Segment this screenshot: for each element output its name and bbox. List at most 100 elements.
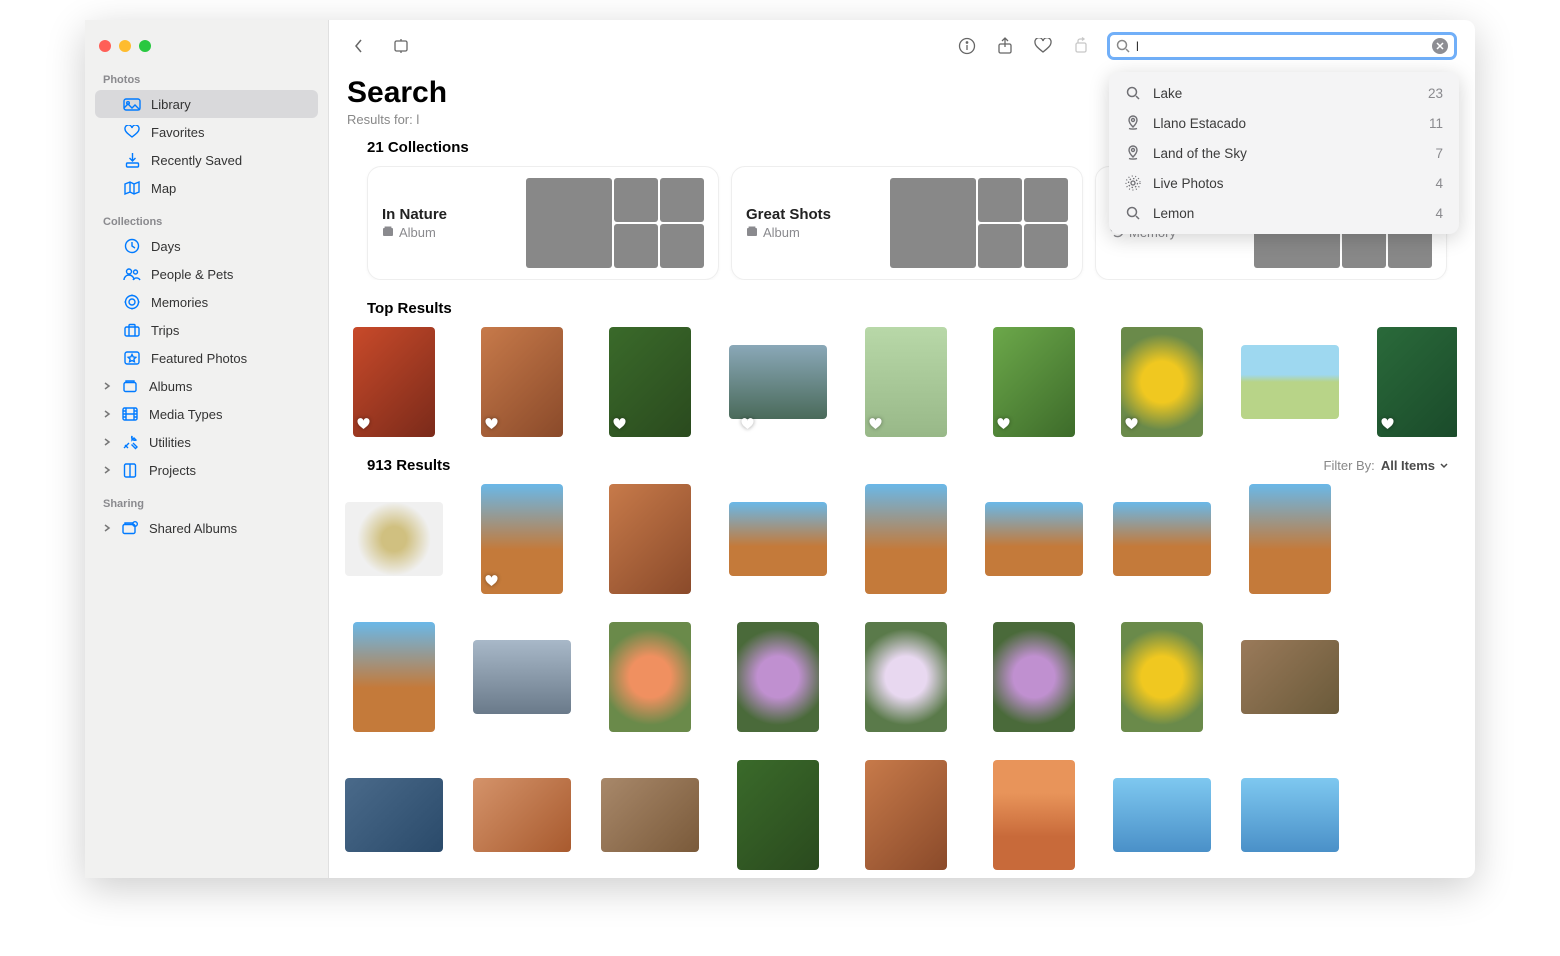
sidebar-item-trips[interactable]: Trips	[95, 316, 318, 344]
photo-image	[345, 778, 443, 852]
favorite-badge-icon	[869, 417, 883, 431]
suggestion-lemon[interactable]: Lemon4	[1109, 198, 1459, 228]
photo-thumbnail[interactable]	[473, 484, 571, 594]
sidebar-item-media-types[interactable]: Media Types	[95, 400, 318, 428]
photo-thumbnail[interactable]	[857, 622, 955, 732]
disclosure-chevron-icon[interactable]	[103, 521, 113, 536]
collection-card[interactable]: In NatureAlbum	[367, 166, 719, 280]
search-icon	[1116, 39, 1130, 53]
suggestion-llano-estacado[interactable]: Llano Estacado 11	[1109, 108, 1459, 138]
zoom-window[interactable]	[139, 40, 151, 52]
photo-image	[865, 484, 947, 594]
photo-thumbnail[interactable]	[345, 327, 443, 437]
sidebar-item-featured-photos[interactable]: Featured Photos	[95, 344, 318, 372]
photo-thumbnail[interactable]	[601, 760, 699, 870]
suggestion-land-of-the-sky[interactable]: Land of the Sky7	[1109, 138, 1459, 168]
share-button[interactable]	[993, 34, 1017, 58]
collection-card[interactable]: Great ShotsAlbum	[731, 166, 1083, 280]
sidebar-item-days[interactable]: Days	[95, 232, 318, 260]
sidebar-item-label: Days	[151, 239, 181, 254]
suggestion-lake[interactable]: Lake23	[1109, 78, 1459, 108]
utils-icon	[121, 433, 139, 451]
photo-thumbnail[interactable]	[345, 760, 443, 870]
favorite-button[interactable]	[1031, 34, 1055, 58]
sidebar-item-favorites[interactable]: Favorites	[95, 118, 318, 146]
photo-thumbnail[interactable]	[985, 622, 1083, 732]
photo-thumbnail[interactable]	[473, 327, 571, 437]
sidebar-item-label: Media Types	[149, 407, 222, 422]
favorite-badge-icon	[1381, 417, 1395, 431]
disclosure-chevron-icon[interactable]	[103, 407, 113, 422]
sidebar-item-projects[interactable]: Projects	[95, 456, 318, 484]
disclosure-chevron-icon[interactable]	[103, 463, 113, 478]
sidebar-item-recently-saved[interactable]: Recently Saved	[95, 146, 318, 174]
photo-thumbnail[interactable]	[985, 327, 1083, 437]
photo-thumbnail[interactable]	[1241, 622, 1339, 732]
photo-image	[985, 502, 1083, 576]
photo-image	[345, 502, 443, 576]
collection-thumb	[614, 224, 658, 268]
disclosure-chevron-icon[interactable]	[103, 435, 113, 450]
photo-thumbnail[interactable]	[1113, 760, 1211, 870]
search-suggestions: Lake23 Llano Estacado 11 Land of the Sky7Li…	[1109, 72, 1459, 234]
search-icon	[1125, 205, 1141, 221]
projects-icon	[121, 461, 139, 479]
collection-thumb	[660, 224, 704, 268]
clear-search-button[interactable]	[1432, 38, 1448, 54]
suggestion-label: Llano Estacado	[1153, 116, 1246, 131]
photo-thumbnail[interactable]	[1113, 484, 1211, 594]
sidebar-item-utilities[interactable]: Utilities	[95, 428, 318, 456]
search-input[interactable]	[1136, 39, 1426, 54]
photo-thumbnail[interactable]	[601, 622, 699, 732]
photo-thumbnail[interactable]	[601, 327, 699, 437]
suggestion-live-photos[interactable]: Live Photos4	[1109, 168, 1459, 198]
photo-thumbnail[interactable]	[857, 327, 955, 437]
photo-thumbnail[interactable]	[857, 760, 955, 870]
collection-thumb	[890, 178, 976, 268]
disclosure-chevron-icon[interactable]	[103, 379, 113, 394]
photo-thumbnail[interactable]	[857, 484, 955, 594]
photo-thumbnail[interactable]	[1113, 622, 1211, 732]
photo-thumbnail[interactable]	[729, 484, 827, 594]
sidebar-item-people-pets[interactable]: People & Pets	[95, 260, 318, 288]
sidebar-item-library[interactable]: Library	[95, 90, 318, 118]
photo-thumbnail[interactable]	[729, 760, 827, 870]
collection-title: Great Shots	[746, 206, 890, 223]
photo-thumbnail[interactable]	[345, 622, 443, 732]
photo-thumbnail[interactable]	[601, 484, 699, 594]
close-window[interactable]	[99, 40, 111, 52]
minimize-window[interactable]	[119, 40, 131, 52]
chevron-down-icon	[1439, 462, 1449, 470]
photo-image	[609, 622, 691, 732]
photo-thumbnail[interactable]	[473, 622, 571, 732]
photo-thumbnail[interactable]	[729, 327, 827, 437]
photo-thumbnail[interactable]	[985, 484, 1083, 594]
photo-thumbnail[interactable]	[985, 760, 1083, 870]
photo-image	[1241, 778, 1339, 852]
info-button[interactable]	[955, 34, 979, 58]
photo-thumbnail[interactable]	[1241, 327, 1339, 437]
photo-thumbnail[interactable]	[1369, 327, 1457, 437]
heart-icon	[123, 123, 141, 141]
photo-thumbnail[interactable]	[1113, 327, 1211, 437]
suggestion-count: 11	[1429, 116, 1443, 131]
back-button[interactable]	[347, 34, 371, 58]
collection-thumb	[1024, 178, 1068, 222]
photo-thumbnail[interactable]	[1241, 484, 1339, 594]
sidebar-item-albums[interactable]: Albums	[95, 372, 318, 400]
search-field[interactable]	[1107, 32, 1457, 60]
photo-thumbnail[interactable]	[473, 760, 571, 870]
view-options-button[interactable]	[389, 34, 413, 58]
sidebar-item-memories[interactable]: Memories	[95, 288, 318, 316]
photo-thumbnail[interactable]	[1241, 760, 1339, 870]
photo-thumbnail[interactable]	[345, 484, 443, 594]
sidebar-item-label: People & Pets	[151, 267, 233, 282]
sidebar-item-shared-albums[interactable]: Shared Albums	[95, 514, 318, 542]
photo-thumbnail[interactable]	[729, 622, 827, 732]
photo-image	[353, 622, 435, 732]
sidebar-item-map[interactable]: Map	[95, 174, 318, 202]
photo-image	[609, 484, 691, 594]
rotate-button[interactable]	[1069, 34, 1093, 58]
filter-dropdown[interactable]: Filter By: All Items	[1324, 458, 1449, 473]
sidebar-item-label: Map	[151, 181, 176, 196]
